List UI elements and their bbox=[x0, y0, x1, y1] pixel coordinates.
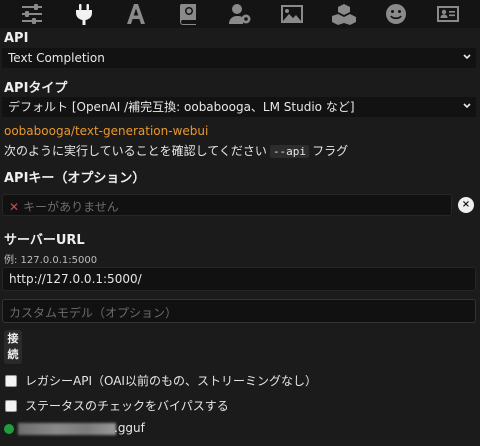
server-url-label: サーバーURL bbox=[4, 233, 85, 248]
connect-label-2: 続 bbox=[7, 348, 19, 361]
book-icon[interactable] bbox=[174, 2, 202, 26]
webui-link[interactable]: oobabooga/text-generation-webui bbox=[4, 124, 208, 138]
connect-label-1: 接 bbox=[7, 332, 19, 345]
bypass-status-option[interactable]: ステータスのチェックをバイパスする bbox=[5, 397, 229, 414]
api-select[interactable]: Text Completion bbox=[2, 48, 476, 68]
sliders-icon[interactable] bbox=[18, 2, 46, 26]
instruction-suffix: フラグ bbox=[312, 144, 349, 158]
chevron-down-icon bbox=[463, 103, 471, 111]
api-flag-code: --api bbox=[269, 145, 310, 158]
font-icon[interactable] bbox=[122, 2, 150, 26]
connect-button[interactable]: 接 続 bbox=[4, 330, 22, 364]
legacy-api-label: レガシーAPI（OAI以前のもの、ストリーミングなし） bbox=[25, 374, 317, 388]
clear-key-button[interactable]: × bbox=[458, 197, 474, 213]
model-file-extension: .gguf bbox=[114, 421, 145, 435]
image-icon[interactable] bbox=[278, 2, 306, 26]
bypass-status-label: ステータスのチェックをバイパスする bbox=[25, 399, 229, 413]
cubes-icon[interactable] bbox=[330, 2, 358, 26]
top-toolbar bbox=[0, 0, 480, 28]
api-type-select[interactable]: デフォルト [OpenAI /補完互換: oobabooga、LM Studio… bbox=[2, 97, 476, 117]
custom-model-placeholder: カスタムモデル（オプション） bbox=[9, 306, 178, 320]
bypass-status-checkbox[interactable] bbox=[5, 399, 17, 412]
chevron-down-icon bbox=[463, 54, 471, 62]
user-gear-icon[interactable] bbox=[226, 2, 254, 26]
id-card-icon[interactable] bbox=[434, 2, 462, 26]
smile-icon[interactable] bbox=[382, 2, 410, 26]
x-mark-icon: ✕ bbox=[9, 200, 20, 214]
custom-model-input[interactable]: カスタムモデル（オプション） bbox=[2, 299, 476, 323]
api-key-placeholder: キーがありません bbox=[23, 200, 119, 214]
api-type-label: APIタイプ bbox=[4, 81, 68, 96]
plug-icon[interactable] bbox=[70, 2, 98, 26]
status-dot-icon bbox=[4, 424, 14, 434]
server-url-example: 例: 127.0.0.1:5000 bbox=[4, 255, 98, 266]
server-url-input[interactable]: http://127.0.0.1:5000/ bbox=[2, 267, 476, 291]
api-label: API bbox=[4, 31, 29, 46]
api-type-select-value: デフォルト [OpenAI /補完互換: oobabooga、LM Studio… bbox=[8, 100, 355, 114]
api-select-value: Text Completion bbox=[8, 51, 105, 65]
api-key-label: APIキー（オプション） bbox=[4, 171, 146, 186]
redacted-model-name bbox=[18, 423, 116, 435]
instruction-prefix: 次のように実行していることを確認してください bbox=[4, 144, 267, 158]
server-url-value: http://127.0.0.1:5000/ bbox=[9, 272, 142, 286]
legacy-api-option[interactable]: レガシーAPI（OAI以前のもの、ストリーミングなし） bbox=[5, 372, 317, 389]
legacy-api-checkbox[interactable] bbox=[5, 374, 17, 387]
close-icon: × bbox=[461, 199, 471, 210]
instruction-text: 次のように実行していることを確認してください --api フラグ bbox=[4, 142, 348, 159]
api-key-field[interactable]: ✕ キーがありません bbox=[2, 194, 452, 216]
